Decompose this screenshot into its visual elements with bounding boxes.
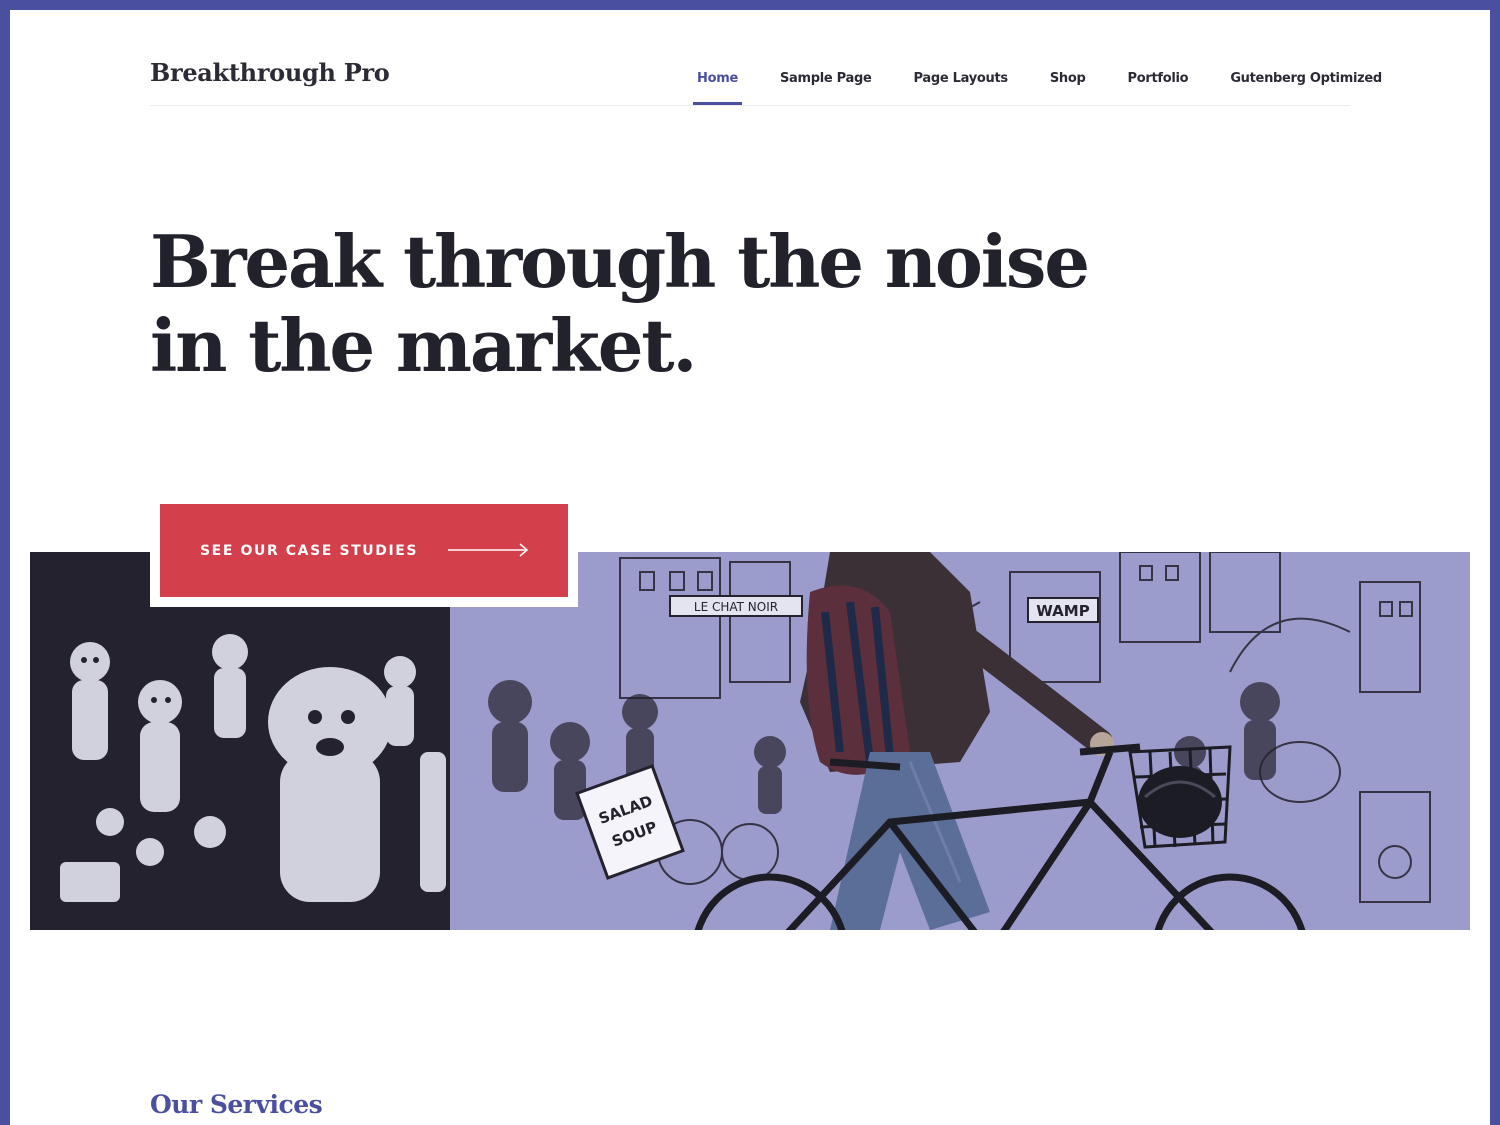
hero-title-line-1: Break through the noise [150, 219, 1090, 304]
nav-item-shop[interactable]: Shop [1046, 58, 1090, 105]
case-studies-button[interactable]: SEE OUR CASE STUDIES [160, 504, 568, 597]
nav-item-gutenberg-optimized[interactable]: Gutenberg Optimized [1226, 58, 1386, 105]
main-navigation: Home Sample Page Page Layouts Shop Portf… [693, 58, 1386, 105]
hero-image: SALAD SOUP LE CHAT NOIR WAMP [30, 552, 1470, 930]
mural-illustration: SALAD SOUP LE CHAT NOIR WAMP [30, 552, 1470, 930]
mural-sign-wamp: WAMP [1036, 602, 1089, 620]
services-section-title: Our Services [150, 1090, 323, 1119]
case-studies-button-label: SEE OUR CASE STUDIES [200, 542, 419, 559]
header-divider [150, 105, 1350, 106]
nav-item-home[interactable]: Home [693, 58, 742, 105]
hero-title: Break through the noise in the market. [150, 220, 1150, 388]
nav-item-page-layouts[interactable]: Page Layouts [910, 58, 1012, 105]
nav-item-portfolio[interactable]: Portfolio [1123, 58, 1192, 105]
site-title[interactable]: Breakthrough Pro [150, 58, 390, 87]
nav-item-sample-page[interactable]: Sample Page [776, 58, 876, 105]
hero-title-line-2: in the market. [150, 303, 697, 388]
page: Breakthrough Pro Home Sample Page Page L… [10, 10, 1490, 1125]
arrow-right-icon [448, 543, 529, 557]
mural-sign-le-chat-noir: LE CHAT NOIR [694, 600, 778, 614]
